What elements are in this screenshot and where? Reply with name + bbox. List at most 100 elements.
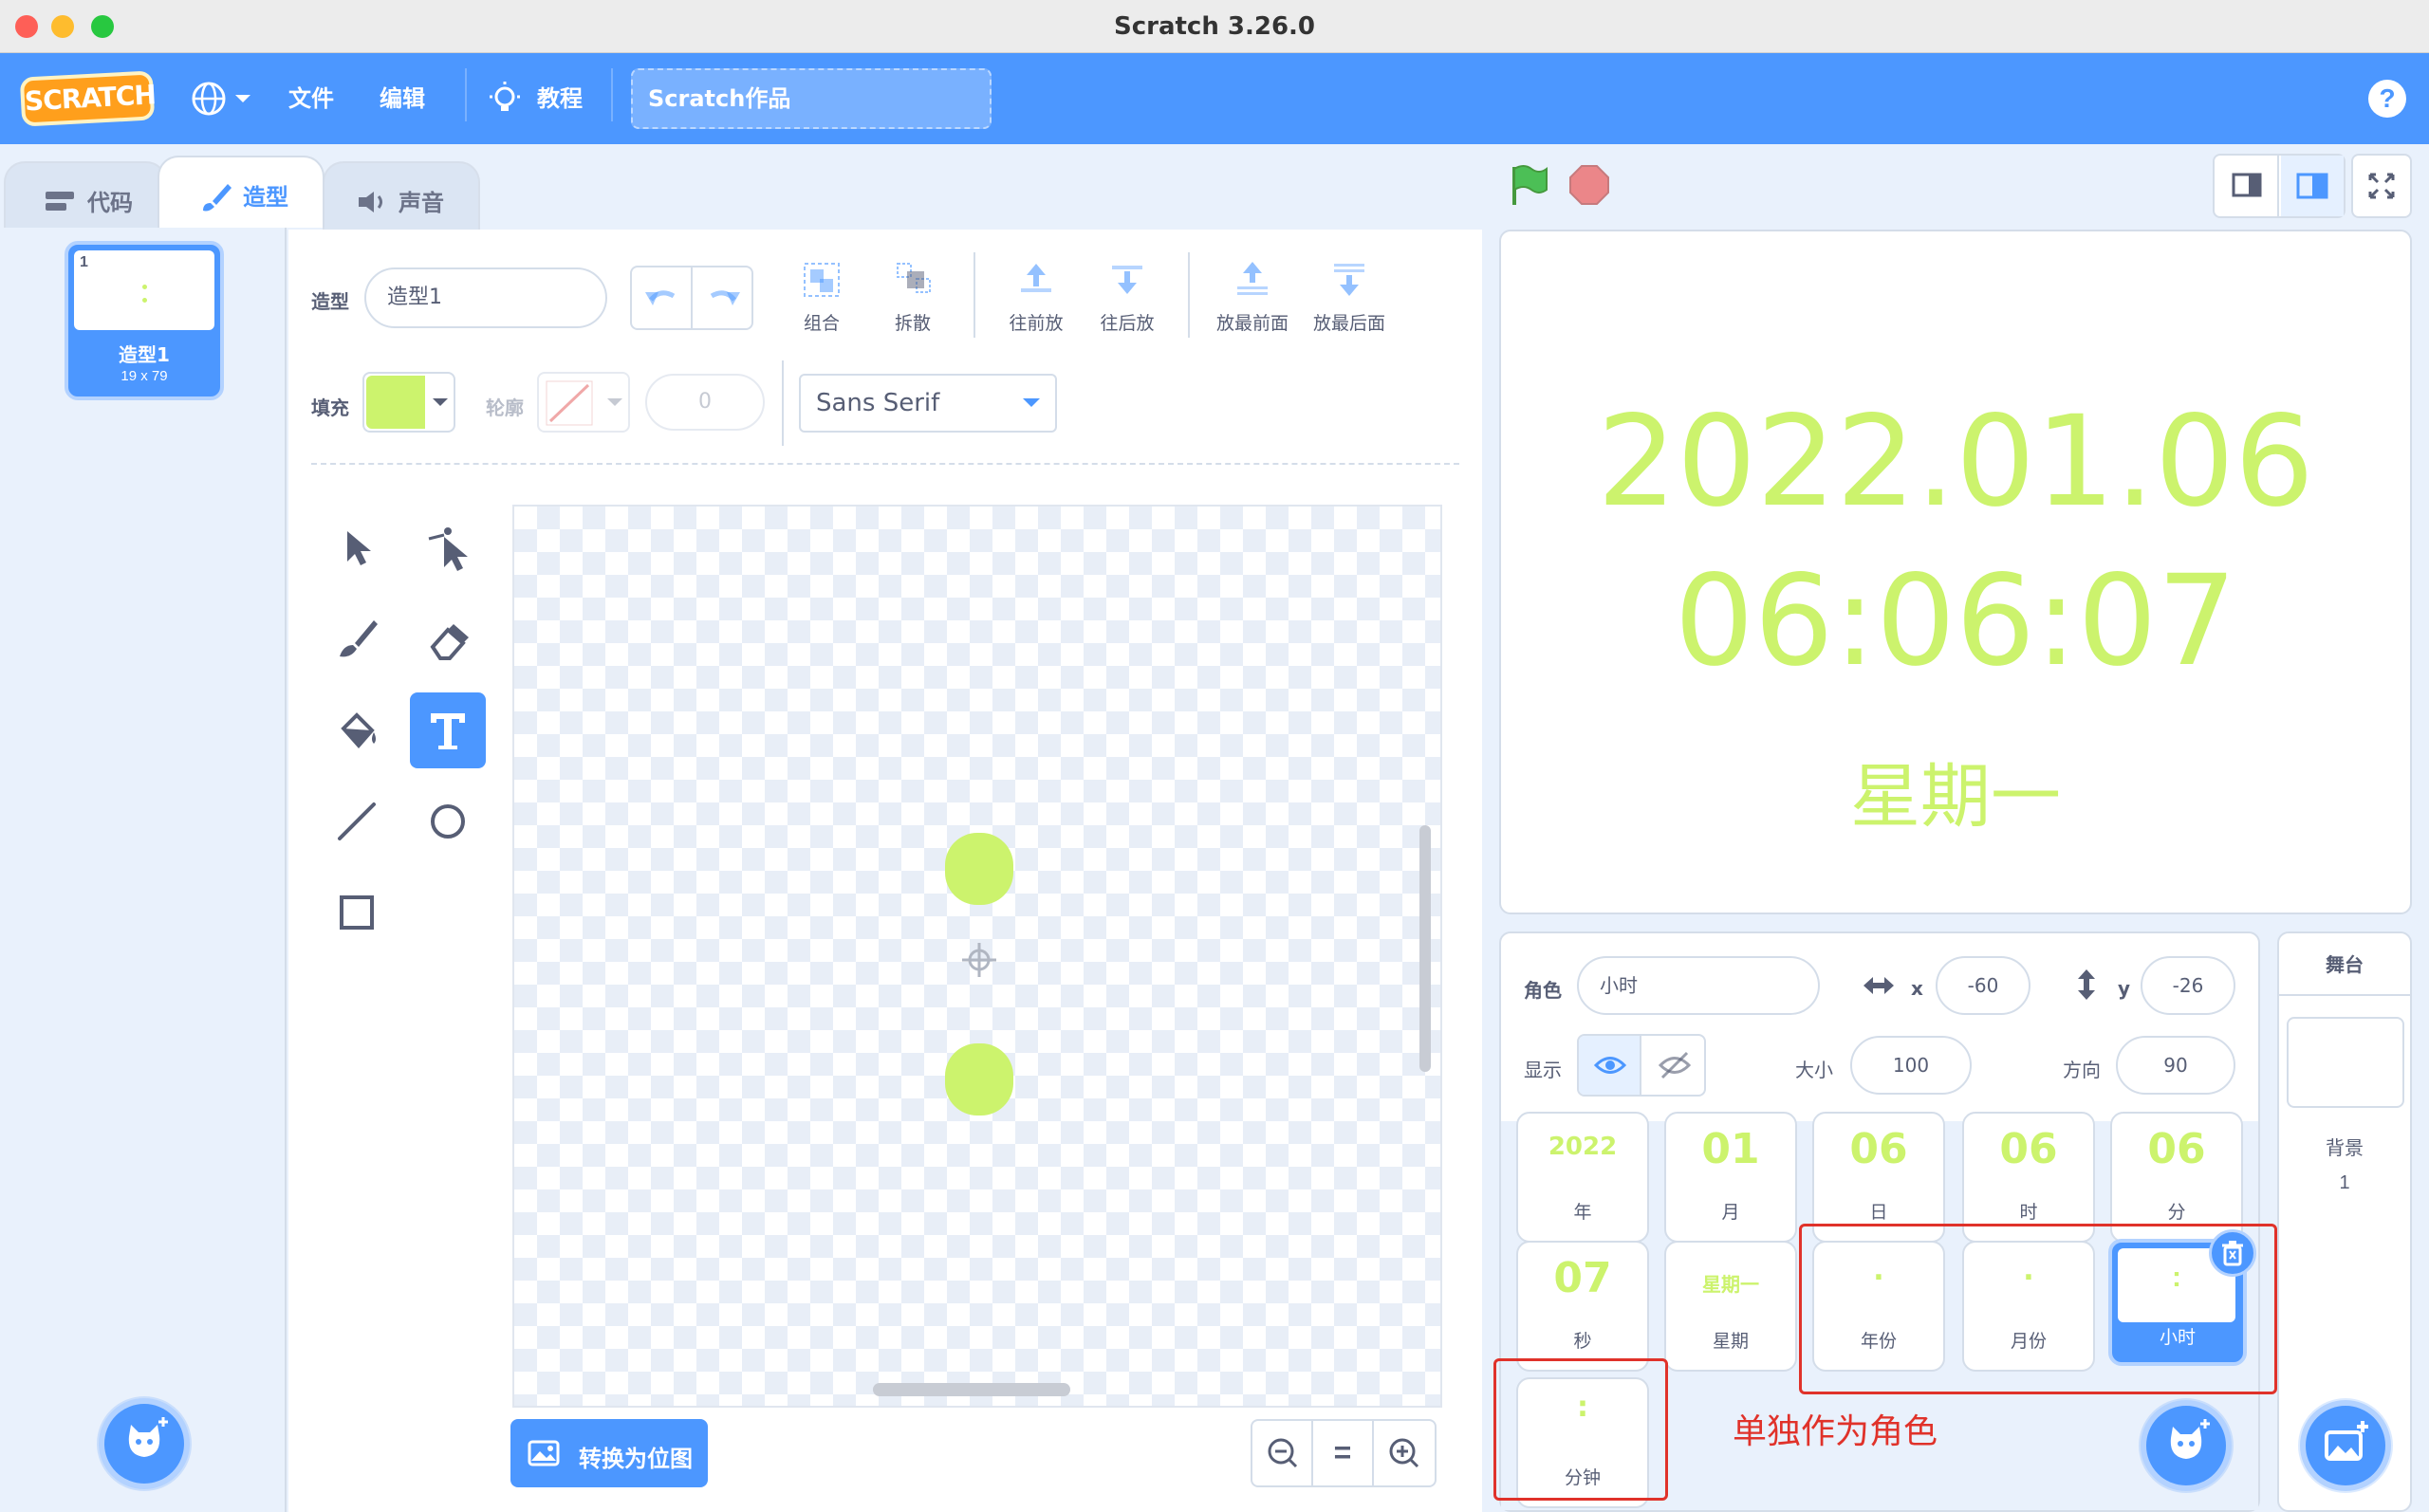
sprite-name: 日 bbox=[1869, 1202, 1888, 1223]
sprite-tile[interactable]: 星期一 星期 bbox=[1664, 1241, 1797, 1372]
back-label: 放最后面 bbox=[1312, 313, 1385, 334]
x-input[interactable]: -60 bbox=[1936, 956, 2030, 1015]
bring-to-front-icon bbox=[1237, 262, 1268, 295]
sprite-tile[interactable]: 07 秒 bbox=[1516, 1241, 1649, 1372]
stage-weekday-text: 星期一 bbox=[1850, 756, 2061, 838]
size-input[interactable]: 100 bbox=[1850, 1036, 1972, 1095]
choose-backdrop-button[interactable] bbox=[2300, 1400, 2391, 1491]
sprite-tile[interactable]: 2022 年 bbox=[1516, 1112, 1649, 1243]
colon-dot-bottom[interactable] bbox=[945, 1043, 1013, 1116]
chevron-down-icon bbox=[1023, 398, 1040, 407]
language-menu[interactable] bbox=[190, 80, 256, 118]
horizontal-scrollbar[interactable] bbox=[873, 1383, 1070, 1396]
redo-button[interactable] bbox=[693, 267, 753, 328]
rectangle-tool[interactable] bbox=[319, 875, 395, 950]
select-tool[interactable] bbox=[319, 510, 395, 586]
green-flag-icon[interactable] bbox=[1507, 163, 1550, 207]
costume-preview bbox=[74, 250, 214, 330]
zoom-reset-button[interactable]: = bbox=[1313, 1421, 1374, 1485]
vertical-scrollbar[interactable] bbox=[1419, 825, 1431, 1072]
show-label: 显示 bbox=[1524, 1059, 1562, 1081]
sprite-name: 年 bbox=[1573, 1202, 1592, 1223]
text-tool[interactable] bbox=[410, 692, 486, 768]
brush-tool[interactable] bbox=[319, 601, 395, 677]
tab-code[interactable]: 代码 bbox=[4, 161, 167, 230]
fullscreen-button[interactable] bbox=[2351, 154, 2412, 218]
convert-bitmap-label: 转换为位图 bbox=[579, 1446, 693, 1472]
small-stage-button[interactable] bbox=[2215, 156, 2279, 216]
fill-color-picker[interactable] bbox=[362, 372, 455, 433]
zoom-in-icon bbox=[1389, 1438, 1419, 1468]
edit-menu[interactable]: 编辑 bbox=[380, 82, 425, 116]
large-stage-icon bbox=[2296, 173, 2328, 199]
colon-dot-top[interactable] bbox=[945, 833, 1013, 905]
front-button[interactable] bbox=[1224, 258, 1281, 304]
sprite-tile[interactable]: 01 月 bbox=[1664, 1112, 1797, 1243]
reshape-tool[interactable] bbox=[410, 510, 486, 586]
zoom-controls: = bbox=[1251, 1419, 1437, 1487]
hide-sprite-button[interactable] bbox=[1643, 1036, 1706, 1095]
font-name: Sans Serif bbox=[816, 389, 940, 417]
costume-size: 19 x 79 bbox=[121, 368, 168, 384]
costume-list bbox=[0, 228, 287, 1512]
costume-number: 1 bbox=[80, 254, 88, 270]
fill-color-swatch bbox=[366, 376, 425, 429]
chevron-down-icon bbox=[433, 398, 448, 406]
y-input[interactable]: -26 bbox=[2141, 956, 2235, 1015]
outline-width-input[interactable]: 0 bbox=[645, 374, 765, 431]
menu-divider bbox=[465, 68, 467, 121]
ungroup-label: 拆散 bbox=[894, 313, 931, 334]
direction-input[interactable]: 90 bbox=[2116, 1036, 2235, 1095]
forward-button[interactable] bbox=[1008, 258, 1065, 304]
choose-costume-button[interactable] bbox=[99, 1398, 190, 1489]
undo-redo-group bbox=[630, 266, 753, 330]
circle-tool[interactable] bbox=[410, 784, 486, 859]
zoom-in-button[interactable] bbox=[1374, 1421, 1435, 1485]
tab-sounds[interactable]: 声音 bbox=[323, 161, 480, 230]
costume-item[interactable]: 1 造型1 19 x 79 bbox=[65, 241, 224, 400]
image-icon bbox=[528, 1440, 560, 1466]
paint-canvas[interactable] bbox=[512, 505, 1442, 1408]
tab-code-label: 代码 bbox=[87, 190, 133, 216]
fullscreen-icon bbox=[2368, 173, 2395, 199]
line-tool[interactable] bbox=[319, 784, 395, 859]
scratch-logo[interactable]: SCRATCH bbox=[19, 70, 157, 127]
sprite-name-input[interactable]: 小时 bbox=[1577, 956, 1820, 1015]
backward-button[interactable] bbox=[1099, 258, 1156, 304]
undo-button[interactable] bbox=[632, 267, 693, 328]
brush-icon bbox=[203, 184, 232, 212]
back-button[interactable] bbox=[1321, 258, 1378, 304]
show-sprite-button[interactable] bbox=[1579, 1036, 1641, 1095]
sprite-thumb-text: 06 bbox=[2147, 1125, 2206, 1173]
annotation-box bbox=[1799, 1224, 2277, 1394]
outline-color-picker[interactable] bbox=[537, 372, 630, 433]
help-button[interactable]: ? bbox=[2368, 80, 2406, 118]
toolbar-divider bbox=[782, 360, 784, 446]
tutorials-menu[interactable]: 教程 bbox=[537, 82, 583, 116]
file-menu[interactable]: 文件 bbox=[288, 82, 334, 116]
toolbar-divider bbox=[973, 252, 975, 338]
stage-size-toggle bbox=[2213, 154, 2346, 218]
tab-costumes[interactable]: 造型 bbox=[158, 156, 324, 228]
size-label: 大小 bbox=[1795, 1059, 1833, 1081]
globe-icon bbox=[192, 82, 250, 116]
stop-icon[interactable] bbox=[1567, 163, 1611, 207]
backdrop-thumbnail[interactable] bbox=[2287, 1017, 2404, 1108]
eye-slash-icon bbox=[1658, 1051, 1692, 1079]
visibility-toggle bbox=[1577, 1034, 1706, 1097]
font-dropdown[interactable]: Sans Serif bbox=[799, 374, 1057, 433]
large-stage-button[interactable] bbox=[2281, 156, 2344, 216]
choose-sprite-button[interactable] bbox=[2141, 1400, 2232, 1491]
cat-add-icon bbox=[128, 1417, 168, 1457]
project-title-input[interactable]: Scratch作品 bbox=[631, 68, 992, 129]
annotation-box bbox=[1493, 1358, 1668, 1501]
backdrop-label: 背景 bbox=[2326, 1136, 2364, 1159]
costume-name-input[interactable]: 造型1 bbox=[364, 267, 607, 328]
convert-bitmap-button[interactable]: 转换为位图 bbox=[510, 1419, 708, 1487]
vertical-arrows-icon bbox=[2078, 969, 2095, 1000]
speaker-icon bbox=[359, 192, 382, 212]
fill-tool[interactable] bbox=[319, 692, 395, 768]
sprite-name: 秒 bbox=[1573, 1331, 1592, 1352]
eraser-tool[interactable] bbox=[410, 601, 486, 677]
zoom-out-button[interactable] bbox=[1252, 1421, 1313, 1485]
